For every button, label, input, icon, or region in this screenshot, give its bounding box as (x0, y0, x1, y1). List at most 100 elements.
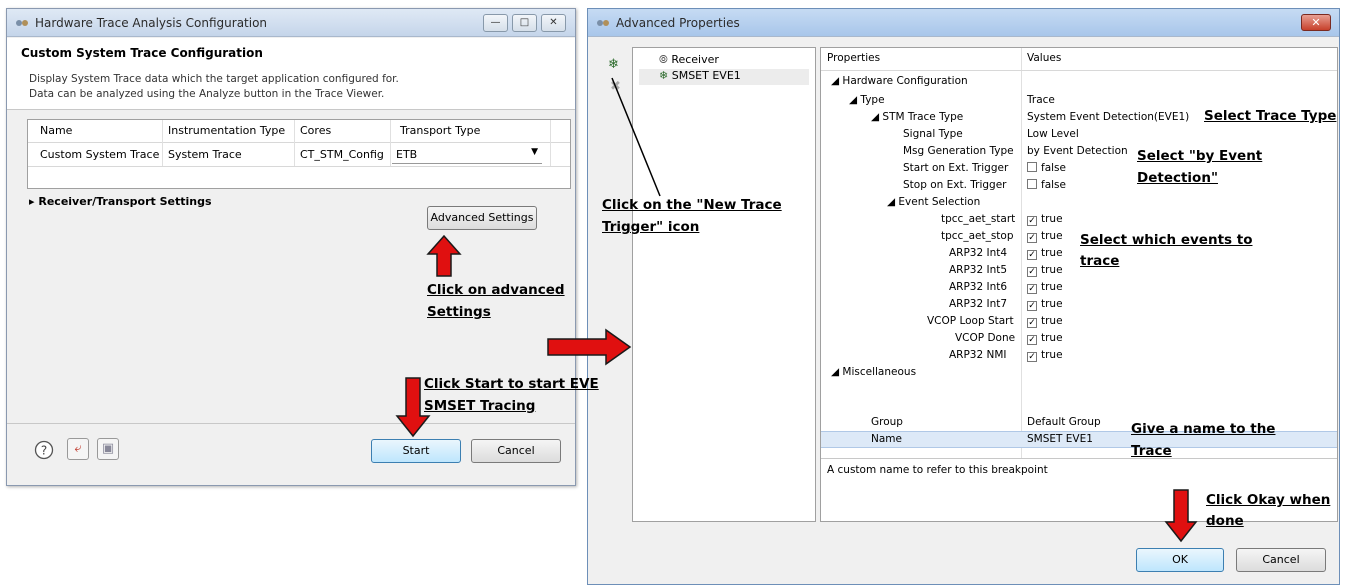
transport-type-value: ETB (396, 148, 418, 161)
tree-item-label: SMSET EVE1 (671, 69, 741, 82)
close-icon[interactable]: ✕ (541, 14, 566, 32)
transport-type-select[interactable]: ETB ▼ (392, 144, 542, 164)
description-line-1: Display System Trace data which the targ… (29, 73, 399, 85)
row-group: Group (871, 416, 903, 428)
hw-header: Custom System Trace Configuration Displa… (7, 38, 575, 110)
maximize-icon[interactable]: □ (512, 14, 537, 32)
checkbox-unchecked-icon (1027, 162, 1037, 172)
tree-item-smset-eve1[interactable]: ❄ SMSET EVE1 (639, 69, 809, 85)
row-name: Name (871, 433, 902, 445)
annotation-select-event-2: Detection" (1137, 170, 1218, 186)
chevron-right-icon: ▸ (29, 195, 35, 208)
col-cores: Cores (300, 124, 332, 137)
advanced-settings-button[interactable]: Advanced Settings (427, 206, 537, 230)
value-vcop-done[interactable]: ✓ true (1027, 332, 1063, 348)
value-type: Trace (1027, 94, 1055, 106)
value-vcop-loop-start[interactable]: ✓ true (1027, 315, 1063, 331)
checkbox-checked-icon: ✓ (1027, 301, 1037, 311)
description-line-2: Data can be analyzed using the Analyze b… (29, 88, 385, 100)
app-icon (16, 20, 28, 26)
new-trace-trigger-icon[interactable]: ❄ (608, 57, 619, 72)
annotation-select-event-1: Select "by Event (1137, 148, 1263, 164)
checkbox-checked-icon: ✓ (1027, 335, 1037, 345)
value-name[interactable]: SMSET EVE1 (1027, 433, 1093, 449)
delete-icon[interactable]: ✖ (610, 79, 621, 94)
annotation-new-trigger-2: Trigger" icon (602, 219, 700, 235)
annotation-click-advanced-2: Settings (427, 304, 491, 320)
row-vcop-loop-start: VCOP Loop Start (927, 315, 1014, 327)
checkbox-checked-icon: ✓ (1027, 318, 1037, 328)
col-properties: Properties (827, 52, 881, 64)
ok-button[interactable]: OK (1136, 548, 1224, 572)
row-stm-trace-type[interactable]: ◢ STM Trace Type (871, 111, 963, 127)
row-arp32-int6: ARP32 Int6 (949, 281, 1008, 293)
table-cell-type: System Trace (168, 148, 242, 161)
value-msg-generation-type[interactable]: by Event Detection (1027, 145, 1128, 161)
minimize-icon[interactable]: — (483, 14, 508, 32)
annotation-give-name-1: Give a name to the (1131, 421, 1276, 437)
annotation-give-name-2: Trace (1131, 443, 1172, 459)
close-icon[interactable]: ✕ (1301, 14, 1331, 31)
value-arp32-int7[interactable]: ✓ true (1027, 298, 1063, 314)
adv-titlebar: Advanced Properties ✕ (588, 9, 1339, 37)
annotation-select-events-2: trace (1080, 253, 1120, 269)
row-event-selection[interactable]: ◢ Event Selection (887, 196, 980, 212)
save-icon[interactable]: ▣ (97, 438, 119, 460)
hw-titlebar: Hardware Trace Analysis Configuration — … (7, 9, 575, 37)
receiver-settings-toggle[interactable]: ▸ Receiver/Transport Settings (29, 195, 212, 208)
annotation-click-okay-1: Click Okay when (1206, 492, 1331, 508)
receiver-settings-label: Receiver/Transport Settings (38, 195, 212, 208)
row-tpcc-aet-stop: tpcc_aet_stop (941, 230, 1014, 242)
checkbox-checked-icon: ✓ (1027, 250, 1037, 260)
hw-window-title: Hardware Trace Analysis Configuration (35, 16, 268, 30)
row-hardware-configuration[interactable]: ◢ Hardware Configuration (831, 75, 968, 91)
cancel-button[interactable]: Cancel (1236, 548, 1326, 572)
row-stop-on-ext-trigger: Stop on Ext. Trigger (903, 179, 1007, 191)
app-icon (597, 20, 609, 26)
row-msg-generation-type: Msg Generation Type (903, 145, 1014, 157)
annotation-select-trace-type: Select Trace Type (1204, 108, 1337, 124)
cancel-button[interactable]: Cancel (471, 439, 561, 463)
help-icon[interactable]: ? (33, 440, 55, 462)
annotation-click-start-2: SMSET Tracing (424, 398, 536, 414)
chevron-down-icon: ▼ (531, 147, 538, 157)
annotation-click-advanced-1: Click on advanced (427, 282, 565, 298)
tree-item-receiver[interactable]: ⦾ Receiver (659, 53, 719, 69)
row-signal-type: Signal Type (903, 128, 963, 140)
value-arp32-int6[interactable]: ✓ true (1027, 281, 1063, 297)
value-arp32-nmi[interactable]: ✓ true (1027, 349, 1063, 365)
value-stop-on-ext-trigger[interactable]: false (1027, 179, 1066, 195)
annotation-select-events-1: Select which events to (1080, 232, 1253, 248)
row-type[interactable]: ◢ Type (849, 94, 885, 110)
value-arp32-int5[interactable]: ✓ true (1027, 264, 1063, 280)
start-button[interactable]: Start (371, 439, 461, 463)
row-miscellaneous[interactable]: ◢ Miscellaneous (831, 366, 916, 382)
col-values: Values (1027, 52, 1062, 64)
trigger-icon: ❄ (659, 69, 669, 82)
checkbox-checked-icon: ✓ (1027, 216, 1037, 226)
checkbox-checked-icon: ✓ (1027, 267, 1037, 277)
row-vcop-done: VCOP Done (955, 332, 1016, 344)
value-arp32-int4[interactable]: ✓ true (1027, 247, 1063, 263)
annotation-click-okay-2: done (1206, 513, 1244, 529)
col-transport-type: Transport Type (400, 124, 481, 137)
annotation-new-trigger-1: Click on the "New Trace (602, 197, 782, 213)
value-signal-type[interactable]: Low Level (1027, 128, 1079, 144)
value-tpcc-aet-start[interactable]: ✓ true (1027, 213, 1063, 229)
row-arp32-int7: ARP32 Int7 (949, 298, 1008, 310)
adv-window-title: Advanced Properties (616, 16, 740, 30)
restore-defaults-icon[interactable]: ⤶ (67, 438, 89, 460)
tree-item-label: Receiver (671, 53, 719, 66)
checkbox-checked-icon: ✓ (1027, 352, 1037, 362)
value-start-on-ext-trigger[interactable]: false (1027, 162, 1066, 178)
page-title: Custom System Trace Configuration (21, 46, 263, 60)
value-group[interactable]: Default Group (1027, 416, 1101, 432)
col-name: Name (40, 124, 73, 137)
table-cell-name[interactable]: Custom System Trace (40, 148, 159, 161)
property-description: A custom name to refer to this breakpoin… (827, 464, 1048, 476)
value-stm-trace-type[interactable]: System Event Detection(EVE1) (1027, 111, 1189, 127)
row-arp32-int4: ARP32 Int4 (949, 247, 1008, 259)
receiver-icon: ⦾ (659, 53, 668, 66)
checkbox-unchecked-icon (1027, 179, 1037, 189)
value-tpcc-aet-stop[interactable]: ✓ true (1027, 230, 1063, 246)
